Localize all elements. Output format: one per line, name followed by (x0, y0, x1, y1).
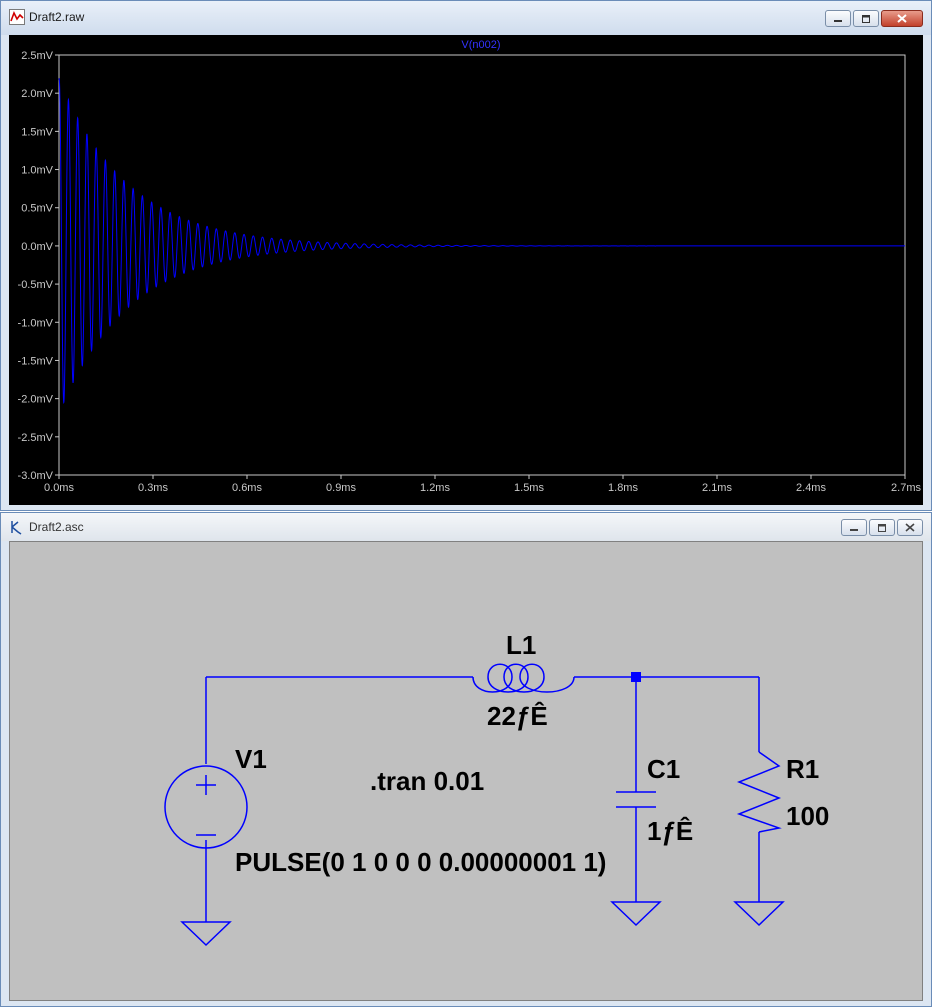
voltage-source-symbol[interactable] (164, 765, 248, 849)
waveform-chart[interactable]: V(n002) 2.5mV 2.0mV 1.5mV 1.0mV 0.5mV 0.0mV -0… (9, 35, 923, 505)
y-tick-label: 2.5mV (21, 50, 53, 62)
y-tick-label: -2.5mV (18, 432, 54, 444)
x-tick-label: 0.9ms (326, 482, 356, 494)
close-button[interactable] (897, 519, 923, 536)
plot-area[interactable]: V(n002) 2.5mV 2.0mV 1.5mV 1.0mV 0.5mV 0.0mV -0… (9, 35, 923, 505)
maximize-icon (878, 523, 886, 532)
x-tick-label: 2.7ms (891, 482, 921, 494)
y-tick-label: 1.5mV (21, 126, 53, 138)
waveform-titlebar[interactable]: Draft2.raw (1, 1, 931, 35)
wire[interactable] (205, 676, 760, 922)
inductor-symbol[interactable] (472, 663, 575, 693)
schematic-window[interactable]: Draft2.asc L1 22ƒÊ V1 PULSE(0 1 0 0 0 0.… (0, 512, 932, 1007)
r1-value[interactable]: 100 (786, 801, 829, 831)
close-icon (905, 523, 915, 532)
y-tick-label: -2.0mV (18, 394, 54, 406)
y-tick-label: 0.5mV (21, 203, 53, 215)
maximize-button[interactable] (853, 10, 879, 27)
x-tick-label: 1.5ms (514, 482, 544, 494)
x-tick-label: 2.4ms (796, 482, 826, 494)
v1-name[interactable]: V1 (235, 744, 267, 774)
r1-name[interactable]: R1 (786, 754, 819, 784)
x-tick-label: 1.8ms (608, 482, 638, 494)
waveform-window[interactable]: Draft2.raw V(n002) 2.5mV 2.0mV 1.5mV 1.0mV 0… (0, 0, 932, 511)
junction-dot[interactable] (631, 672, 641, 682)
tran-directive[interactable]: .tran 0.01 (370, 766, 484, 796)
x-tick-label: 2.1ms (702, 482, 732, 494)
trace-line (58, 78, 905, 404)
minimize-icon (834, 19, 842, 22)
y-tick-label: -1.0mV (18, 317, 54, 329)
plot-frame (58, 54, 906, 476)
l1-name[interactable]: L1 (506, 630, 536, 660)
x-tick-label: 1.2ms (420, 482, 450, 494)
y-tick-label: -3.0mV (18, 470, 54, 482)
minimize-button[interactable] (841, 519, 867, 536)
v1-value[interactable]: PULSE(0 1 0 0 0 0.00000001 1) (235, 847, 606, 877)
x-tick-label: 0.3ms (138, 482, 168, 494)
resistor-symbol[interactable] (736, 751, 782, 833)
waveform-window-title: Draft2.raw (29, 10, 85, 24)
y-tick-label: 2.0mV (21, 88, 53, 100)
waveform-icon (9, 9, 25, 25)
x-tick-label: 0.0ms (44, 482, 74, 494)
plus-icon (196, 775, 216, 795)
schematic-icon (11, 521, 22, 535)
schematic-titlebar[interactable]: Draft2.asc (1, 513, 931, 541)
trace-label[interactable]: V(n002) (461, 39, 500, 51)
y-tick-label: 1.0mV (21, 165, 53, 177)
schematic-window-title: Draft2.asc (29, 520, 84, 534)
l1-value[interactable]: 22ƒÊ (487, 701, 548, 731)
capacitor-symbol[interactable] (616, 791, 656, 808)
ground-symbol[interactable] (180, 921, 232, 947)
y-tick-label: -0.5mV (18, 279, 54, 291)
close-button[interactable] (881, 10, 923, 27)
schematic-canvas[interactable]: L1 22ƒÊ V1 PULSE(0 1 0 0 0 0.00000001 1)… (9, 541, 923, 1001)
ground-symbol[interactable] (733, 901, 785, 927)
y-tick-label: -1.5mV (18, 355, 54, 367)
maximize-button[interactable] (869, 519, 895, 536)
c1-value[interactable]: 1ƒÊ (647, 816, 693, 846)
schematic-drawing[interactable]: L1 22ƒÊ V1 PULSE(0 1 0 0 0 0.00000001 1)… (10, 542, 922, 1000)
ground-symbol[interactable] (610, 901, 662, 927)
close-icon (897, 14, 907, 23)
minimize-icon (850, 528, 858, 531)
minimize-button[interactable] (825, 10, 851, 27)
maximize-icon (862, 14, 870, 23)
c1-name[interactable]: C1 (647, 754, 680, 784)
x-tick-label: 0.6ms (232, 482, 262, 494)
y-tick-label: 0.0mV (21, 241, 53, 253)
